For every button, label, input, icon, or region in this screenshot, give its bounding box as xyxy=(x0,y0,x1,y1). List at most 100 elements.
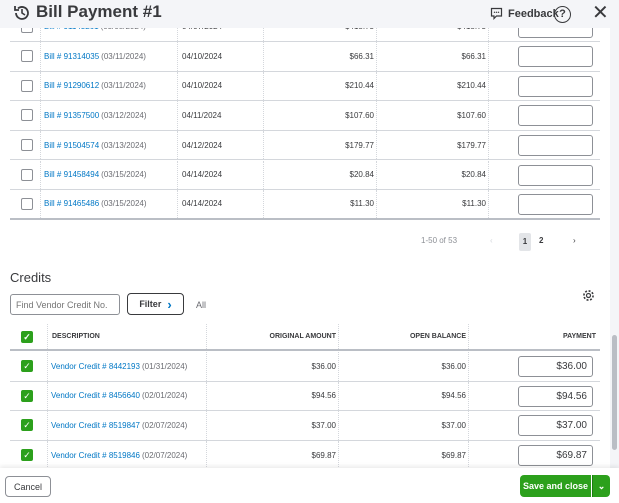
row-checkbox[interactable] xyxy=(21,138,33,151)
cancel-button[interactable]: Cancel xyxy=(5,476,51,497)
reference-link[interactable]: Vendor Credit # 8519846 xyxy=(51,451,140,460)
open-balance-cell: $179.77 xyxy=(376,130,488,160)
reference-date: (02/01/2024) xyxy=(141,391,188,401)
credit-row: ✓ Vendor Credit # 8519846 (02/07/2024) $69.… xyxy=(10,440,600,471)
history-icon[interactable] xyxy=(12,3,32,23)
help-icon[interactable]: ? xyxy=(554,6,571,23)
reference-date: (03/11/2024) xyxy=(101,51,146,61)
original-amount-cell: $66.31 xyxy=(263,42,376,71)
settings-gear-icon[interactable] xyxy=(582,289,595,302)
vendor-credit-search-input[interactable] xyxy=(10,294,120,315)
payment-input[interactable] xyxy=(518,105,593,127)
payment-input[interactable] xyxy=(518,75,593,97)
payment-divider xyxy=(488,101,489,130)
credit-row: ✓ Vendor Credit # 8519847 (02/07/2024) $37.… xyxy=(10,411,600,441)
row-checkbox[interactable]: ✓ xyxy=(21,389,33,402)
reference-date: (03/13/2024) xyxy=(101,140,147,150)
open-balance-cell: $94.56 xyxy=(338,381,468,411)
reference-date: (03/11/2024) xyxy=(101,81,146,91)
reference-link[interactable]: Bill # 91458494 xyxy=(44,170,99,179)
original-amount-cell: $107.60 xyxy=(263,101,376,130)
payment-divider xyxy=(488,71,489,101)
page-2-button[interactable]: 2 xyxy=(539,236,543,245)
reference-link[interactable]: Bill # 91465486 xyxy=(44,199,99,208)
chevron-right-icon: › xyxy=(167,296,172,312)
row-checkbox[interactable]: ✓ xyxy=(21,419,33,432)
reference-link[interactable]: Bill # 91314035 xyxy=(44,52,99,61)
save-options-dropdown[interactable]: ⌄ xyxy=(592,475,610,497)
close-icon[interactable]: ✕ xyxy=(592,3,609,23)
payment-input[interactable]: $69.87 xyxy=(518,444,593,466)
original-amount-cell: $94.56 xyxy=(206,381,338,411)
open-balance-cell: $36.00 xyxy=(338,352,468,381)
payment-input[interactable] xyxy=(518,164,593,186)
reference-link[interactable]: Vendor Credit # 8519847 xyxy=(51,421,140,430)
description-cell: Vendor Credit # 8456640 (02/01/2024) xyxy=(47,381,188,411)
row-checkbox[interactable]: ✓ xyxy=(21,360,33,372)
payment-divider xyxy=(488,130,489,160)
column-open-balance: OPEN BALANCE xyxy=(338,324,468,349)
feedback-label: Feedback xyxy=(508,7,559,20)
original-amount-cell: $20.84 xyxy=(263,160,376,189)
payment-divider xyxy=(468,381,469,411)
original-amount-cell: $11.30 xyxy=(263,190,376,218)
description-cell: Bill # 91458494 (03/15/2024) xyxy=(40,160,147,189)
description-cell: Bill # 91504574 (03/13/2024) xyxy=(40,130,147,160)
reference-link[interactable]: Vendor Credit # 8442193 xyxy=(51,362,140,371)
reference-date: (01/31/2024) xyxy=(141,361,188,371)
column-payment: PAYMENT xyxy=(468,324,598,349)
bill-row: Bill # 91458494 (03/15/2024) 04/14/2024 $20… xyxy=(10,160,600,190)
prev-page-button[interactable]: ‹ xyxy=(490,236,493,245)
row-checkbox[interactable] xyxy=(21,109,33,122)
scrollbar-thumb[interactable] xyxy=(612,335,617,450)
payment-input[interactable] xyxy=(518,134,593,156)
payment-input[interactable] xyxy=(518,194,593,216)
feedback-button[interactable]: Feedback xyxy=(490,7,559,20)
reference-link[interactable]: Bill # 91290612 xyxy=(44,81,99,90)
dialog-header: Bill Payment #1 Feedback ? ✕ xyxy=(0,0,619,28)
due-date-cell: 04/10/2024 xyxy=(177,71,222,101)
credits-table-header: ✓ DESCRIPTION ORIGINAL AMOUNT OPEN BALAN… xyxy=(10,324,600,351)
original-amount-cell: $37.00 xyxy=(206,411,338,440)
description-cell: Vendor Credit # 8519847 (02/07/2024) xyxy=(47,411,187,440)
row-checkbox[interactable] xyxy=(21,168,33,181)
payment-divider xyxy=(468,352,469,381)
payment-input[interactable] xyxy=(518,46,593,68)
payment-input[interactable]: $94.56 xyxy=(518,385,593,407)
open-balance-cell: $20.84 xyxy=(376,160,488,189)
filter-value: All xyxy=(196,300,207,310)
bill-row: Bill # 91314035 (03/11/2024) 04/10/2024 $66… xyxy=(10,42,600,72)
page-1-button[interactable]: 1 xyxy=(519,233,531,251)
reference-link[interactable]: Bill # 91357500 xyxy=(44,111,99,120)
pagination-range: 1-50 of 53 xyxy=(421,236,458,245)
description-cell: Bill # 91465486 (03/15/2024) xyxy=(40,190,147,218)
row-checkbox[interactable] xyxy=(21,50,33,63)
original-amount-cell: $179.77 xyxy=(263,130,376,160)
filter-button[interactable]: Filter › xyxy=(127,293,184,315)
reference-date: (03/12/2024) xyxy=(101,111,147,121)
feedback-icon xyxy=(490,7,503,20)
payment-input[interactable]: $36.00 xyxy=(518,356,593,377)
reference-link[interactable]: Bill # 91504574 xyxy=(44,141,99,150)
due-date-cell: 04/10/2024 xyxy=(177,42,222,71)
open-balance-cell: $69.87 xyxy=(338,440,468,470)
reference-link[interactable]: Vendor Credit # 8456640 xyxy=(51,391,140,400)
reference-date: (02/07/2024) xyxy=(141,450,188,460)
payment-divider xyxy=(468,411,469,440)
open-balance-cell: $210.44 xyxy=(376,71,488,101)
payment-input[interactable]: $37.00 xyxy=(518,415,593,437)
select-all-credits-checkbox[interactable]: ✓ xyxy=(21,331,33,343)
save-and-close-button[interactable]: Save and close xyxy=(520,475,591,497)
description-cell: Bill # 91314035 (03/11/2024) xyxy=(40,42,146,71)
next-page-button[interactable]: › xyxy=(573,236,576,245)
open-balance-cell: $66.31 xyxy=(376,42,488,71)
due-date-cell: 04/14/2024 xyxy=(177,190,222,218)
row-checkbox[interactable]: ✓ xyxy=(21,448,33,461)
row-checkbox[interactable] xyxy=(21,79,33,92)
dialog-footer: Cancel Save and close ⌄ xyxy=(0,468,619,503)
original-amount-cell: $69.87 xyxy=(206,440,338,470)
credits-heading: Credits xyxy=(10,270,52,285)
row-checkbox[interactable] xyxy=(21,198,33,211)
due-date-cell: 04/12/2024 xyxy=(177,130,222,160)
original-amount-cell: $210.44 xyxy=(263,71,376,101)
